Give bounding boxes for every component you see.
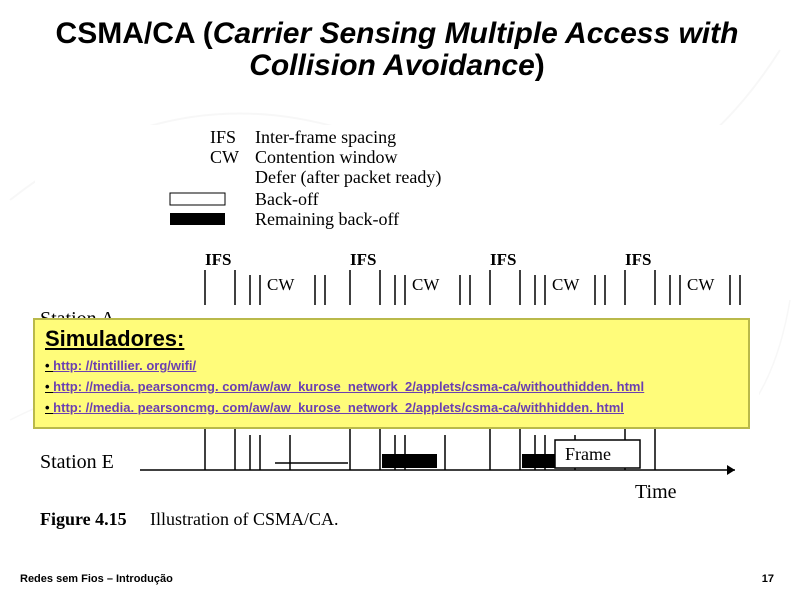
station-e-label: Station E — [40, 451, 114, 473]
simulator-link-2[interactable]: • http: //media. pearsoncmg. com/aw/aw_k… — [45, 379, 738, 396]
footer-left: Redes sem Fios – Introdução — [20, 573, 173, 585]
simulator-link-1[interactable]: • http: //tintillier. org/wifi/ — [45, 358, 738, 375]
legend-defer: Defer (after packet ready) — [255, 167, 441, 188]
title-prefix: CSMA/CA ( — [56, 17, 213, 50]
slide: CSMA/CA (Carrier Sensing Multiple Access… — [0, 0, 794, 595]
title-suffix: ) — [535, 49, 545, 82]
svg-text:IFS: IFS — [625, 250, 651, 269]
page-number: 17 — [762, 573, 774, 585]
legend-remaining: Remaining back-off — [255, 209, 399, 229]
frame-label: Frame — [565, 444, 611, 464]
legend-ifs-val: Inter-frame spacing — [255, 127, 396, 147]
svg-text:CW: CW — [552, 275, 580, 294]
legend-cw-val: Contention window — [255, 147, 398, 167]
legend-cw-key: CW — [210, 147, 239, 167]
title-italic: Carrier Sensing Multiple Access with Col… — [213, 17, 739, 82]
svg-text:IFS: IFS — [205, 250, 231, 269]
svg-text:CW: CW — [267, 275, 295, 294]
svg-text:IFS: IFS — [490, 250, 516, 269]
legend-ifs-key: IFS — [210, 127, 236, 147]
svg-text:IFS: IFS — [350, 250, 376, 269]
svg-text:CW: CW — [412, 275, 440, 294]
simulators-heading: Simuladores: — [45, 326, 738, 352]
figure-number: Figure 4.15 — [40, 509, 127, 529]
simulators-box: Simuladores: • http: //tintillier. org/w… — [33, 318, 750, 429]
time-label: Time — [635, 481, 677, 503]
slide-title: CSMA/CA (Carrier Sensing Multiple Access… — [50, 18, 744, 81]
simulator-link-3[interactable]: • http: //media. pearsoncmg. com/aw/aw_k… — [45, 400, 738, 417]
legend-backoff: Back-off — [255, 189, 319, 209]
figure-caption: Illustration of CSMA/CA. — [150, 509, 339, 529]
svg-text:CW: CW — [687, 275, 715, 294]
